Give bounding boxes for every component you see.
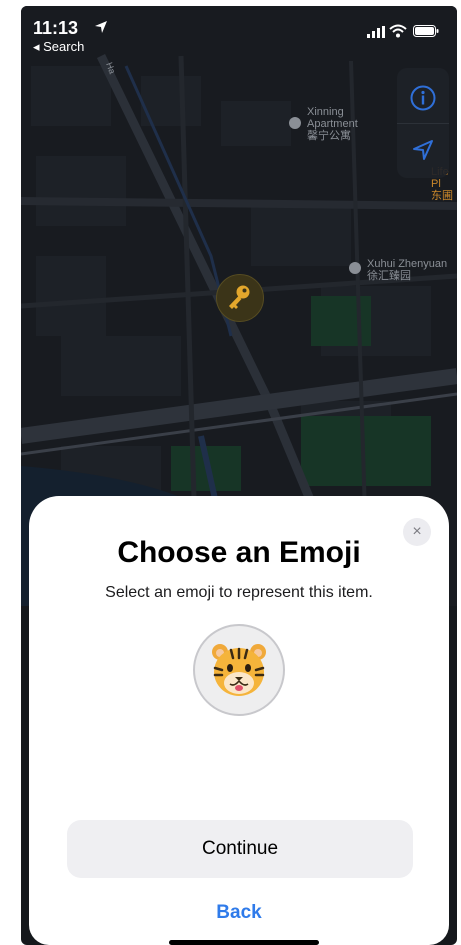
wifi-icon — [389, 24, 407, 38]
item-location-pin[interactable] — [216, 274, 264, 322]
sheet-title: Choose an Emoji — [117, 536, 361, 569]
battery-icon — [413, 25, 439, 37]
sheet-subtitle: Select an emoji to represent this item. — [105, 584, 373, 601]
poi-xinning-apartment[interactable]: Xinning Apartment 馨宁公寓 — [307, 106, 358, 142]
poi-xuhui-zhenyuan[interactable]: Xuhui Zhenyuan 徐汇臻园 — [367, 258, 447, 282]
emoji-picker-sheet: × Choose an Emoji Select an emoji to rep… — [29, 496, 449, 945]
home-indicator[interactable] — [169, 940, 319, 945]
back-to-search-link[interactable]: ◂ Search — [33, 39, 84, 55]
phone-screen: 11:13 ◂ Search Xinning Apartment 馨宁公寓 Xu… — [21, 6, 457, 945]
back-button[interactable]: Back — [29, 902, 449, 924]
apartment-icon — [289, 117, 301, 129]
key-icon — [229, 285, 250, 309]
status-time: 11:13 — [33, 18, 79, 38]
map-controls — [397, 68, 449, 178]
cellular-signal-icon — [367, 26, 385, 38]
location-arrow-icon — [95, 21, 107, 33]
residence-icon — [349, 262, 361, 274]
controls-divider — [397, 123, 449, 124]
continue-button[interactable]: Continue — [67, 820, 413, 878]
info-icon[interactable] — [410, 85, 436, 111]
selected-emoji-button[interactable] — [193, 624, 285, 716]
location-arrow-icon[interactable] — [411, 138, 435, 162]
status-bar: 11:13 ◂ Search — [21, 6, 457, 58]
tiger-face-icon — [212, 644, 266, 696]
